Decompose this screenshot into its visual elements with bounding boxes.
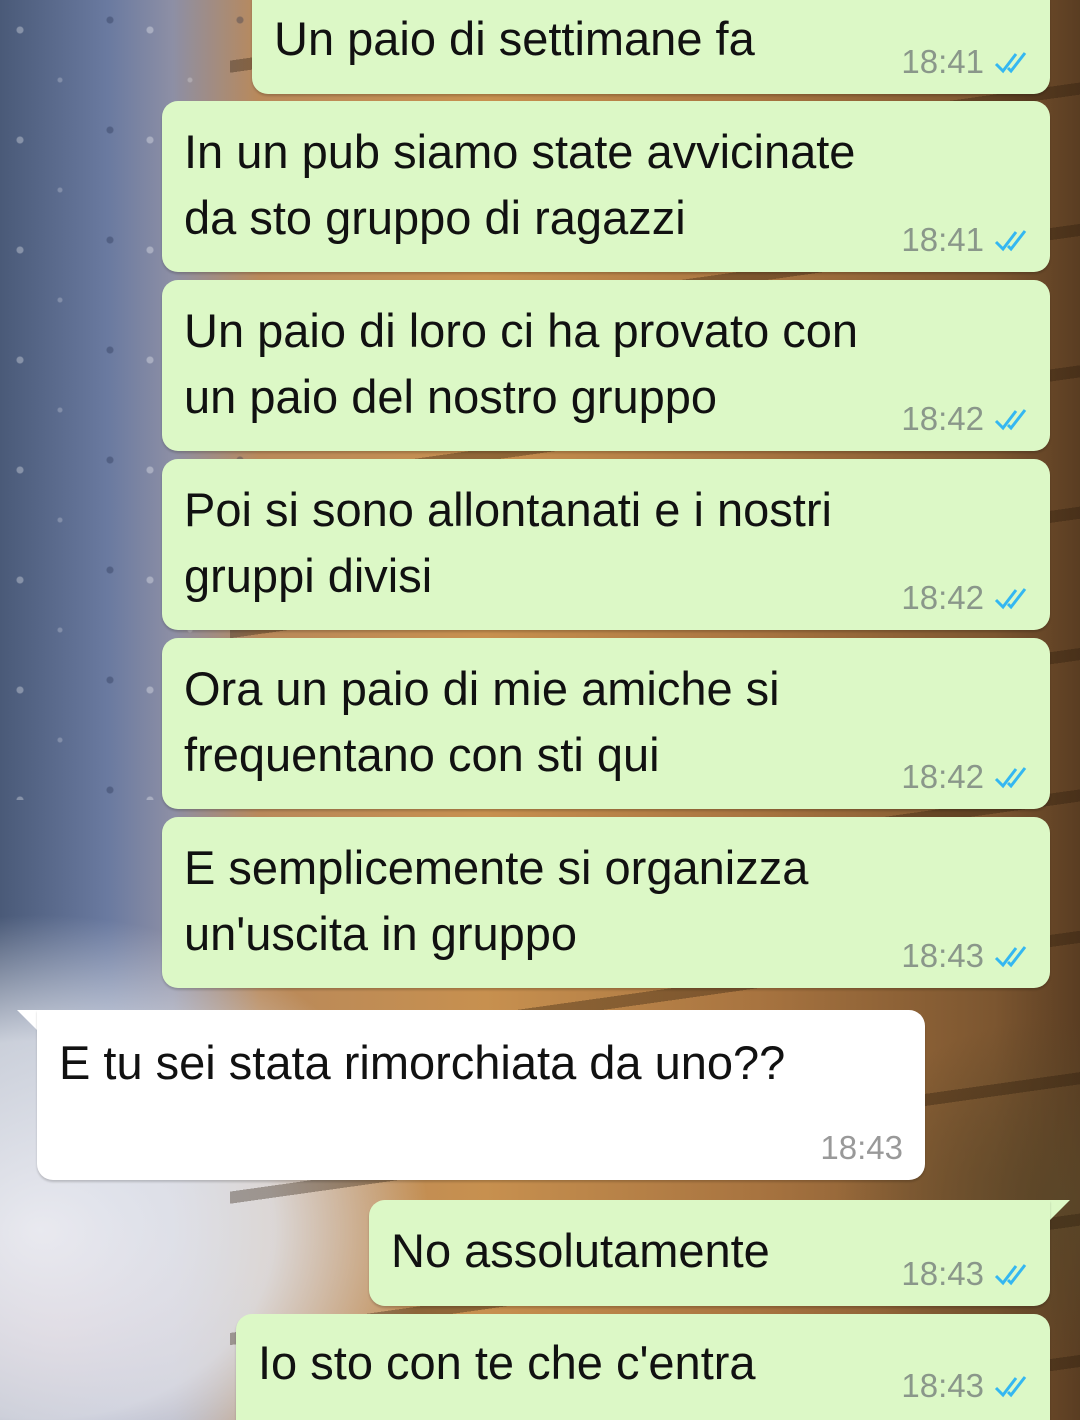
message-text: Un paio di settimane fa <box>274 6 755 72</box>
message-time: 18:42 <box>901 579 984 616</box>
message-text: Io sto con te che c'entra <box>258 1330 756 1396</box>
outgoing-message[interactable]: No assolutamente 18:43 <box>369 1200 1050 1306</box>
double-check-icon <box>994 1264 1027 1286</box>
message-text: In un pub siamo state avvicinate da sto … <box>184 119 855 251</box>
message-time: 18:41 <box>901 221 984 258</box>
outgoing-message[interactable]: Poi si sono allontanati e i nostri grupp… <box>162 459 1050 630</box>
message-text: No assolutamente <box>391 1218 770 1284</box>
message-time: 18:43 <box>901 1255 984 1292</box>
outgoing-message[interactable]: Un paio di loro ci ha provato con un pai… <box>162 280 1050 451</box>
message-text: Poi si sono allontanati e i nostri grupp… <box>184 477 832 609</box>
outgoing-message[interactable]: Ora un paio di mie amiche si frequentano… <box>162 638 1050 809</box>
message-meta: 18:42 <box>901 759 1028 795</box>
double-check-icon <box>994 1376 1027 1398</box>
message-text: E tu sei stata rimorchiata da uno?? <box>59 1030 785 1096</box>
message-line: Ora un paio di mie amiche si <box>184 662 780 715</box>
message-meta: 18:43 <box>901 1368 1028 1404</box>
double-check-icon <box>994 946 1027 968</box>
message-line: gruppi divisi <box>184 549 433 602</box>
double-check-icon <box>994 52 1027 74</box>
message-line: Un paio di loro ci ha provato con <box>184 304 859 357</box>
message-line: un paio del nostro gruppo <box>184 370 718 423</box>
message-meta: 18:43 <box>901 1256 1028 1292</box>
message-meta: 18:41 <box>901 222 1028 258</box>
message-text: E semplicemente si organizza un'uscita i… <box>184 835 808 967</box>
message-meta: 18:43 <box>820 1130 903 1166</box>
outgoing-message[interactable]: Un paio di settimane fa 18:41 <box>252 0 1050 94</box>
outgoing-message[interactable]: In un pub siamo state avvicinate da sto … <box>162 101 1050 272</box>
message-line: un'uscita in gruppo <box>184 907 578 960</box>
outgoing-message[interactable]: Io sto con te che c'entra 18:43 <box>236 1314 1050 1420</box>
message-meta: 18:42 <box>901 580 1028 616</box>
message-line: No assolutamente <box>391 1224 770 1277</box>
double-check-icon <box>994 767 1027 789</box>
message-line: In un pub siamo state avvicinate <box>184 125 856 178</box>
message-line: E tu sei stata rimorchiata da uno?? <box>59 1036 786 1089</box>
message-time: 18:41 <box>901 43 984 80</box>
message-time: 18:43 <box>901 1367 984 1404</box>
message-meta: 18:41 <box>901 44 1028 80</box>
message-line: da sto gruppo di ragazzi <box>184 191 686 244</box>
message-time: 18:43 <box>901 937 984 974</box>
double-check-icon <box>994 409 1027 431</box>
message-meta: 18:43 <box>901 938 1028 974</box>
message-line: Io sto con te che c'entra <box>258 1336 756 1389</box>
incoming-message[interactable]: E tu sei stata rimorchiata da uno?? 18:4… <box>37 1010 925 1180</box>
message-text: Un paio di loro ci ha provato con un pai… <box>184 298 858 430</box>
bubble-tail <box>17 1010 39 1032</box>
message-time: 18:42 <box>901 400 984 437</box>
message-time: 18:43 <box>820 1129 903 1166</box>
bubble-tail <box>1048 1200 1070 1222</box>
message-line: Poi si sono allontanati e i nostri <box>184 483 832 536</box>
double-check-icon <box>994 230 1027 252</box>
message-line: E semplicemente si organizza <box>184 841 809 894</box>
message-line: frequentano con sti qui <box>184 728 660 781</box>
message-time: 18:42 <box>901 758 984 795</box>
message-text: Ora un paio di mie amiche si frequentano… <box>184 656 780 788</box>
message-meta: 18:42 <box>901 401 1028 437</box>
outgoing-message[interactable]: E semplicemente si organizza un'uscita i… <box>162 817 1050 988</box>
message-line: Un paio di settimane fa <box>274 12 755 65</box>
double-check-icon <box>994 588 1027 610</box>
